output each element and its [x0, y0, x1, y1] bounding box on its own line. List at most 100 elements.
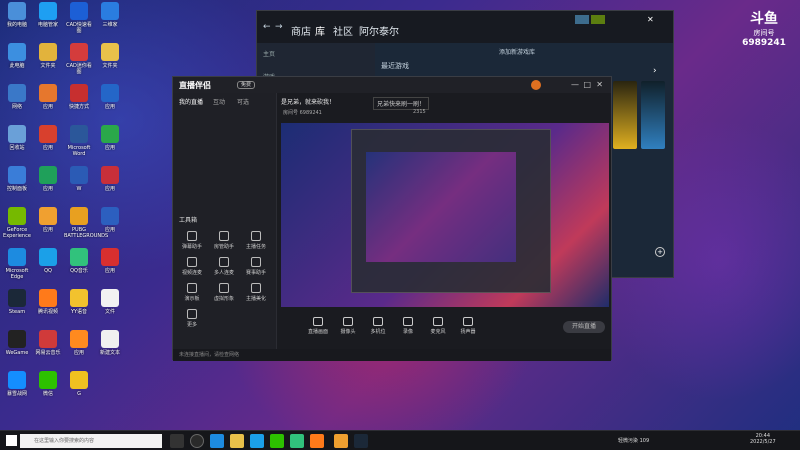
qq-icon[interactable] [250, 434, 264, 448]
clock[interactable]: 20:44 2022/5/27 [750, 433, 776, 445]
desktop-icon[interactable]: Microsoft Edge [2, 248, 32, 286]
desktop-icon-label: 应用 [73, 350, 84, 356]
desktop-icon[interactable]: PUBG BATTLEGROUNDS [64, 207, 108, 245]
bottom-tool[interactable]: 直播画面 [305, 317, 331, 335]
desktop-icon[interactable]: 网易云音乐 [33, 330, 63, 368]
edge-icon[interactable] [210, 434, 224, 448]
app-icon[interactable] [334, 434, 348, 448]
steam-add-shelf[interactable]: 添加新游戏库 [499, 47, 535, 56]
desktop-icon[interactable]: 应用 [95, 84, 125, 122]
steam-close-icon[interactable]: ✕ [647, 15, 654, 24]
desktop-icon[interactable]: 暴雪战网 [2, 371, 32, 409]
steam-forward-arrow[interactable]: → [275, 22, 283, 32]
bottom-tool[interactable]: 摄像头 [335, 317, 361, 335]
desktop-icon[interactable]: GeForce Experience [2, 207, 32, 245]
taskbar-search[interactable]: 在这里输入你要搜索的内容 [20, 434, 162, 448]
wechat-icon[interactable] [270, 434, 284, 448]
tool-item[interactable]: 多人连麦 [209, 257, 239, 276]
desktop-icon[interactable]: 控制面板 [2, 166, 32, 204]
steam-tab-profile[interactable]: 阿尔泰尔 [359, 23, 399, 38]
taskview-icon[interactable] [170, 434, 184, 448]
tool-item[interactable]: 房管助手 [209, 231, 239, 250]
desktop-icon[interactable]: Microsoft Word [64, 125, 94, 163]
desktop-icon-label: W [76, 186, 82, 192]
desktop-icon[interactable]: 应用 [33, 125, 63, 163]
desktop-icon-label: 网易云音乐 [35, 350, 61, 356]
desktop-icon[interactable]: QQ音乐 [64, 248, 94, 286]
tool-item[interactable]: 弹幕助手 [177, 231, 207, 250]
desktop-icon[interactable]: 应用 [33, 84, 63, 122]
desktop-icon[interactable]: 应用 [33, 207, 63, 245]
steam-next-arrow[interactable]: › [653, 66, 657, 76]
desktop-icon[interactable]: 应用 [95, 166, 125, 204]
tool-item[interactable]: 赛事助手 [241, 257, 271, 276]
desktop-icon-label: 新建文本 [99, 350, 120, 356]
cortana-icon[interactable] [190, 434, 204, 448]
desktop-icon[interactable]: W [64, 166, 94, 204]
desktop-icon[interactable]: 回收站 [2, 125, 32, 163]
tool-item[interactable]: 视频连麦 [177, 257, 207, 276]
desktop-icon[interactable]: 文件 [95, 289, 125, 327]
desktop-icon[interactable]: 应用 [95, 207, 125, 245]
left-tab-live[interactable]: 我的直播 [179, 97, 203, 106]
desktop-icon[interactable]: 我的电脑 [2, 2, 32, 40]
steam-back-arrow[interactable]: ← [263, 22, 271, 32]
streamer-maximize-icon[interactable]: □ [583, 80, 591, 89]
desktop-icon[interactable]: CAD迷你看图 [64, 43, 94, 81]
tool-item[interactable]: 主播任务 [241, 231, 271, 250]
streamer-avatar[interactable] [531, 80, 541, 90]
desktop-icon[interactable]: 新建文本 [95, 330, 125, 368]
desktop-icon-label: 暴雪战网 [6, 391, 27, 397]
steam-notify-icon[interactable] [575, 15, 589, 24]
explorer-icon[interactable] [230, 434, 244, 448]
steam-home-link[interactable]: 主页 [263, 49, 369, 58]
desktop-icon[interactable]: 应用 [64, 330, 94, 368]
streamer-taskbar-icon[interactable] [310, 434, 324, 448]
steam-game-card[interactable] [641, 81, 665, 149]
steam-game-card[interactable] [613, 81, 637, 149]
desktop-icon[interactable]: 腾讯视频 [33, 289, 63, 327]
desktop-icon[interactable]: 文件夹 [95, 43, 125, 81]
bottom-tool[interactable]: 扬声器 [455, 317, 481, 335]
desktop-icon[interactable]: 微信 [33, 371, 63, 409]
desktop-icon[interactable]: Steam [2, 289, 32, 327]
tool-item[interactable]: 演示板 [177, 283, 207, 302]
steam-taskbar-icon[interactable] [354, 434, 368, 448]
tool-item[interactable]: 更多 [177, 309, 207, 328]
tool-item[interactable]: 主播美化 [241, 283, 271, 302]
desktop-icon[interactable]: 应用 [95, 248, 125, 286]
start-menu-icon[interactable] [6, 435, 17, 446]
start-live-button[interactable]: 开始直播 [563, 321, 605, 333]
bottom-tool[interactable]: 多机位 [365, 317, 391, 335]
streamer-close-icon[interactable]: ✕ [596, 80, 603, 89]
steam-tab-library[interactable]: 库 [315, 23, 325, 38]
desktop-icon[interactable]: YY语音 [64, 289, 94, 327]
tool-item[interactable]: 虚拟形象 [209, 283, 239, 302]
desktop-icon-label: 文件夹 [40, 63, 56, 69]
desktop-icon[interactable]: QQ [33, 248, 63, 286]
streamer-minimize-icon[interactable]: — [571, 80, 579, 89]
app-icon[interactable] [290, 434, 304, 448]
desktop-icon[interactable]: 文件夹 [33, 43, 63, 81]
desktop-icon[interactable]: 快捷方式 [64, 84, 94, 122]
bottom-tool[interactable]: 录像 [395, 317, 421, 335]
left-tab-interact[interactable]: 互动 [213, 97, 225, 106]
desktop-icon[interactable]: CAD快速看图 [64, 2, 94, 40]
left-tab-optional[interactable]: 可选 [237, 97, 249, 106]
steam-tab-community[interactable]: 社区 [333, 23, 353, 38]
desktop-icon[interactable]: 网络 [2, 84, 32, 122]
desktop-icon[interactable]: 应用 [95, 125, 125, 163]
steam-tab-store[interactable]: 商店 [291, 23, 311, 38]
bottom-tool[interactable]: 麦克风 [425, 317, 451, 335]
desktop-icon[interactable]: G [64, 371, 94, 409]
stream-preview[interactable] [281, 123, 609, 307]
desktop-icon[interactable]: WeGame [2, 330, 32, 368]
desktop-icon[interactable]: 电脑管家 [33, 2, 63, 40]
steam-wallet-icon[interactable] [591, 15, 605, 24]
steam-add-icon[interactable]: + [655, 247, 665, 257]
desktop-icon[interactable]: 三维家 [95, 2, 125, 40]
streamer-window[interactable]: 直播伴侣 免费 ✕ □ — 我的直播 互动 可选 工具箱 弹幕助手 房管助手 主播任… [172, 76, 612, 361]
tool-icon [219, 231, 229, 241]
desktop-icon[interactable]: 此电脑 [2, 43, 32, 81]
desktop-icon[interactable]: 应用 [33, 166, 63, 204]
